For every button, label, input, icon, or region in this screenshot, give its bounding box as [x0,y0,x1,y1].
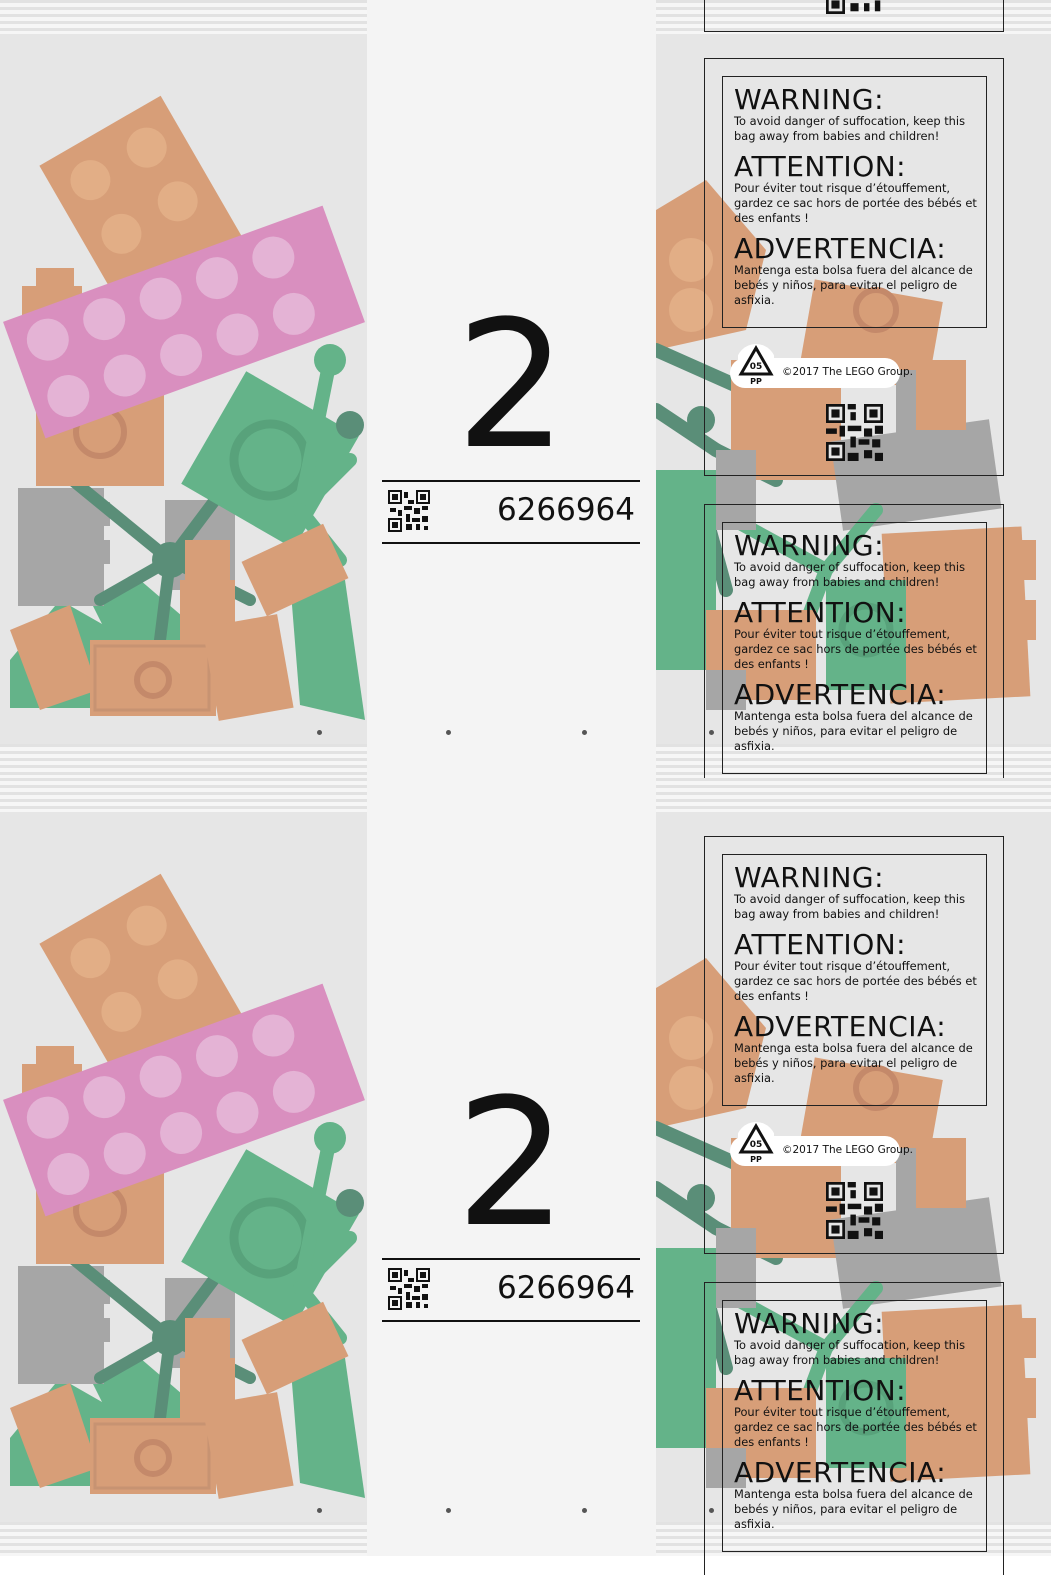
left-bricks-illustration [3,873,365,1499]
warning-text-es: Mantenga esta bolsa fuera del alcance de… [734,709,973,753]
warning-text-fr: Pour éviter tout risque d’étouffement, g… [734,627,977,671]
perforation-dot [317,1508,322,1513]
bag-artwork: 2 6266964 WARNING: To avoid danger of su… [0,778,1051,1575]
qr-code-icon [826,404,883,461]
recycle-triangle-icon: 05 PP [738,344,774,386]
svg-text:PP: PP [750,377,762,386]
copyright-text: ©2017 The LEGO Group. [782,1144,913,1156]
warning-title-en: WARNING: [734,529,885,562]
number-rule-top [382,480,640,482]
warning-text-en: To avoid danger of suffocation, keep thi… [734,114,966,143]
warning-title-fr: ATTENTION: [734,928,907,961]
warning-text-es: Mantenga esta bolsa fuera del alcance de… [734,1487,973,1531]
green-wedge-right [290,580,365,720]
warning-text-en: To avoid danger of suffocation, keep thi… [734,892,966,921]
recycle-label: 05 PP ©2017 The LEGO Group. [730,344,913,388]
warning-text-en: To avoid danger of suffocation, keep thi… [734,1338,966,1367]
sticker-sheet: 2 6266964 WARNING: To avoid danger of su… [0,0,1051,1575]
qr-code-icon [826,1182,883,1239]
bag-number: 2 [455,1061,568,1266]
recycle-label: 05 PP ©2017 The LEGO Group. [730,1122,913,1166]
copyright-text: ©2017 The LEGO Group. [782,366,913,378]
warning-text-en: To avoid danger of suffocation, keep thi… [734,560,966,589]
qr-code-icon [388,1268,430,1310]
recycle-triangle-icon: 05 PP [738,1122,774,1164]
warning-text-fr: Pour éviter tout risque d’étouffement, g… [734,959,977,1003]
warning-text-box: WARNING: To avoid danger of suffocation,… [722,1300,987,1552]
number-rule-bottom [382,542,640,544]
perforation-dot [582,1508,587,1513]
perforation-dot [446,1508,451,1513]
warning-text-fr: Pour éviter tout risque d’étouffement, g… [734,181,977,225]
grey-brick-left [18,488,104,606]
warning-text-es: Mantenga esta bolsa fuera del alcance de… [734,1041,973,1085]
warning-title-en: WARNING: [734,1307,885,1340]
warning-text-es: Mantenga esta bolsa fuera del alcance de… [734,263,973,307]
left-bricks-illustration [3,95,365,721]
bag-artwork: 2 6266964 WARNING: To avoid danger of su… [0,0,1051,778]
qr-code-icon [388,490,430,532]
warning-text-box: WARNING: To avoid danger of suffocation,… [722,522,987,774]
perforation-dot [446,730,451,735]
perforation-dot [317,730,322,735]
warning-title-en: WARNING: [734,83,885,116]
tan-tile-bottom [90,640,216,716]
svg-text:PP: PP [750,1155,762,1164]
warning-title-fr: ATTENTION: [734,150,907,183]
element-code: 6266964 [496,492,635,528]
warning-text-fr: Pour éviter tout risque d’étouffement, g… [734,1405,977,1449]
warning-text-box: WARNING: To avoid danger of suffocation,… [722,76,987,328]
svg-text:05: 05 [750,1140,763,1150]
perforation-dot [582,730,587,735]
warning-title-es: ADVERTENCIA: [734,678,947,711]
bag-number: 2 [455,283,568,488]
warning-title-es: ADVERTENCIA: [734,232,947,265]
svg-text:05: 05 [750,362,763,372]
warning-frame-partial [704,0,1004,32]
warning-title-es: ADVERTENCIA: [734,1010,947,1043]
number-rule-bottom [382,1320,640,1322]
number-rule-top [382,1258,640,1260]
warning-title-es: ADVERTENCIA: [734,1456,947,1489]
warning-title-en: WARNING: [734,861,885,894]
element-code: 6266964 [496,1270,635,1306]
warning-title-fr: ATTENTION: [734,1374,907,1407]
warning-text-box: WARNING: To avoid danger of suffocation,… [722,854,987,1106]
warning-title-fr: ATTENTION: [734,596,907,629]
